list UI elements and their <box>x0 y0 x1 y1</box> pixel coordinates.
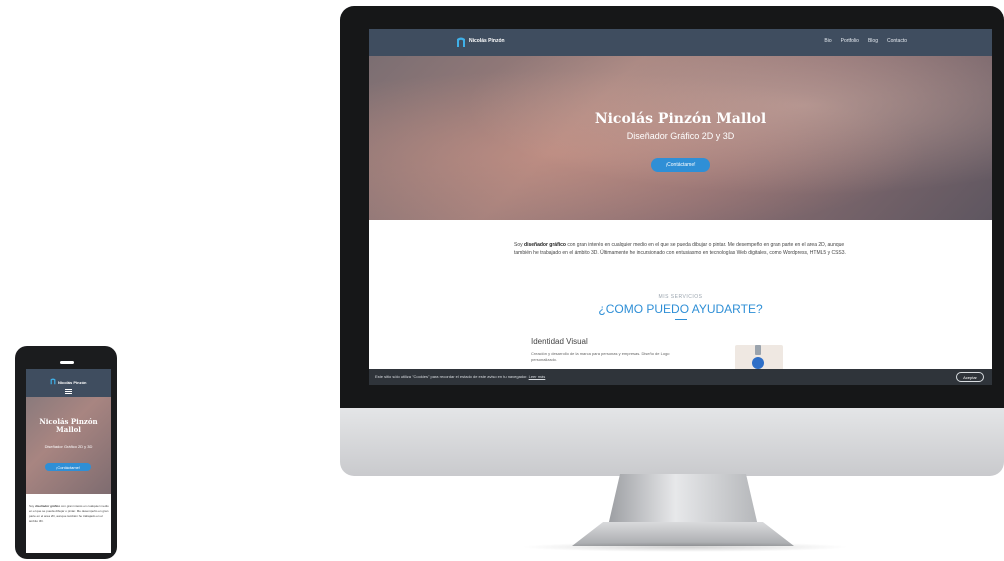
intro-prefix: Soy <box>514 242 525 248</box>
heading-underline <box>675 319 687 320</box>
mobile-intro-bold: diseñador gráfico <box>35 504 61 508</box>
hamburger-menu-icon[interactable] <box>65 389 72 394</box>
intro-bold: diseñador gráfico <box>524 242 566 248</box>
nav-item-bio[interactable]: Bio <box>824 38 831 44</box>
mobile-screen: Nicolás Pinzón Nicolás Pinzón Mallol Dis… <box>26 369 111 553</box>
service-title: Identidad Visual <box>531 337 588 346</box>
phone-speaker <box>60 361 74 364</box>
nav-item-blog[interactable]: Blog <box>868 38 878 44</box>
cookie-message: Este sitio sólo utiliza "Cookies" para r… <box>375 374 528 379</box>
nav-item-contacto[interactable]: Contacto <box>887 38 907 44</box>
mobile-contact-button[interactable]: ¡Contáctame! <box>45 463 91 471</box>
hero-title: Nicolás Pinzón Mallol <box>594 111 767 127</box>
mobile-hero-subtitle: Diseñador Gráfico 2D y 3D <box>44 444 93 449</box>
imac-shadow <box>520 542 850 552</box>
cookie-text: Este sitio sólo utiliza "Cookies" para r… <box>375 374 545 379</box>
services-heading: ¿COMO PUEDO AYUDARTE? <box>598 302 763 316</box>
mobile-navbar: Nicolás Pinzón <box>26 369 111 397</box>
mobile-intro-paragraph: Soy diseñador gráfico con gran interés e… <box>29 504 109 524</box>
pen-icon <box>755 345 761 355</box>
brand-name[interactable]: Nicolás Pinzón <box>469 38 505 44</box>
cookie-bar: Este sitio sólo utiliza "Cookies" para r… <box>369 369 992 385</box>
contact-button[interactable]: ¡Contáctame! <box>651 158 710 172</box>
hero-subtitle: Diseñador Gráfico 2D y 3D <box>626 131 735 141</box>
cookie-accept-button[interactable]: Aceptar <box>956 372 984 382</box>
circle-icon <box>752 357 764 369</box>
mobile-brand-name[interactable]: Nicolás Pinzón <box>58 380 86 385</box>
nav-item-portfolio[interactable]: Portfolio <box>841 38 859 44</box>
nav-menu: Bio Portfolio Blog Contacto <box>824 38 907 44</box>
desktop-screen: Nicolás Pinzón Bio Portfolio Blog Contac… <box>369 29 992 385</box>
mobile-hero-title: Nicolás Pinzón Mallol <box>39 417 98 434</box>
service-description: Creación y desarrollo de la marca para p… <box>531 351 670 362</box>
cookie-read-more-link[interactable]: Leer más <box>529 374 546 379</box>
site-navbar: Nicolás Pinzón Bio Portfolio Blog Contac… <box>369 29 992 56</box>
imac-chin <box>340 408 1004 476</box>
brand-logo-icon[interactable] <box>456 37 466 48</box>
mobile-brand-logo-icon[interactable] <box>50 378 56 385</box>
intro-paragraph: Soy diseñador gráfico con gran interés e… <box>514 241 854 257</box>
imac-stand <box>608 474 758 526</box>
services-kicker: MIS SERVICIOS <box>658 294 703 300</box>
